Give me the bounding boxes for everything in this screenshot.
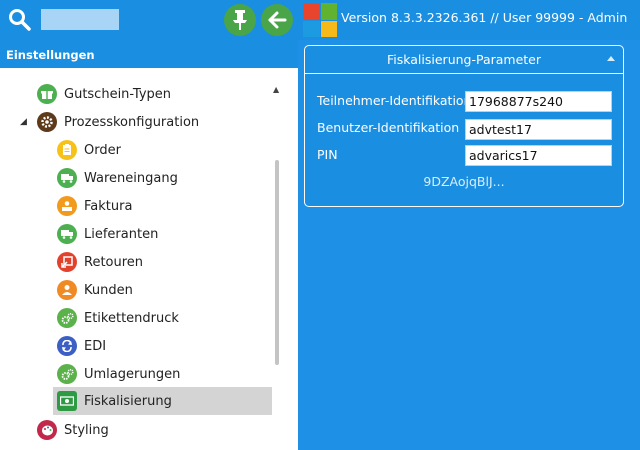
truck-icon xyxy=(57,168,77,188)
sidebar-item-etikettendruck[interactable]: Etikettendruck xyxy=(57,304,179,332)
sidebar-item-umlagerungen[interactable]: Umlagerungen xyxy=(57,360,180,388)
search-input[interactable] xyxy=(41,9,119,30)
sidebar-item-faktura[interactable]: Faktura xyxy=(57,192,132,220)
sidebar-item-label: Wareneingang xyxy=(84,170,178,186)
sidebar-item-edi[interactable]: EDI xyxy=(57,332,106,360)
pin-button[interactable] xyxy=(224,4,256,36)
teilnehmer-identifikation-input[interactable] xyxy=(465,91,612,112)
label-teilnehmer-identifikation: Teilnehmer-Identifikation xyxy=(317,93,472,108)
sidebar-item-label: Prozesskonfiguration xyxy=(64,114,200,130)
collapse-caret-icon[interactable]: ◢ xyxy=(20,117,27,127)
sidebar-item-retouren[interactable]: Retouren xyxy=(57,248,143,276)
sidebar-item-label: Kunden xyxy=(84,282,133,298)
person-icon xyxy=(57,280,77,300)
back-button[interactable] xyxy=(261,4,293,36)
palette-icon xyxy=(37,420,57,440)
sidebar-item-label: Retouren xyxy=(84,254,144,270)
certificate-link[interactable]: 9DZAojqBlJ... xyxy=(305,174,623,189)
sidebar-item-styling[interactable]: Styling xyxy=(37,416,109,444)
sidebar-item-label: Styling xyxy=(64,422,109,438)
sidebar-item-label: Order xyxy=(84,142,121,158)
sidebar-item-label: Gutschein-Typen xyxy=(64,86,172,102)
panel-header[interactable]: Fiskalisierung-Parameter xyxy=(305,46,623,74)
sidebar-item-label: Etikettendruck xyxy=(84,310,179,326)
sidebar-item-order[interactable]: Order xyxy=(57,136,121,164)
sidebar-item-label: Fiskalisierung xyxy=(84,393,172,409)
sidebar-item-lieferanten[interactable]: Lieferanten xyxy=(57,220,158,248)
truck-icon xyxy=(57,224,77,244)
top-bar: Version 8.3.3.2326.361 // User 99999 - A… xyxy=(0,0,640,40)
search-icon[interactable] xyxy=(8,8,32,32)
fiskalisierung-panel: Fiskalisierung-Parameter Teilnehmer-Iden… xyxy=(304,45,624,207)
sidebar-header: Einstellungen xyxy=(0,40,298,68)
sidebar-item-label: Lieferanten xyxy=(84,226,159,242)
sidebar-item-gutschein-typen[interactable]: Gutschein-Typen xyxy=(37,80,171,108)
sidebar-item-label: Umlagerungen xyxy=(84,366,181,382)
label-benutzer-identifikation: Benutzer-Identifikation xyxy=(317,120,460,135)
sidebar-item-wareneingang[interactable]: Wareneingang xyxy=(57,164,178,192)
sidebar-scrollbar[interactable] xyxy=(275,160,279,365)
arrow-left-icon xyxy=(268,11,287,29)
app-logo xyxy=(303,3,337,37)
pin-input[interactable] xyxy=(465,145,612,166)
scroll-up-icon[interactable]: ▲ xyxy=(273,85,279,94)
collapse-icon[interactable] xyxy=(607,56,615,61)
money-icon xyxy=(57,391,77,411)
clipboard-icon xyxy=(57,140,77,160)
gift-icon xyxy=(37,84,57,104)
label-pin: PIN xyxy=(317,147,338,162)
benutzer-identifikation-input[interactable] xyxy=(465,119,612,140)
sidebar-item-label: EDI xyxy=(84,338,107,354)
version-info: Version 8.3.3.2326.361 // User 99999 - A… xyxy=(341,10,628,25)
sidebar-item-kunden[interactable]: Kunden xyxy=(57,276,133,304)
invoice-icon xyxy=(57,196,77,216)
gears-icon xyxy=(57,308,77,328)
sidebar-item-label: Faktura xyxy=(84,198,133,214)
sidebar: ▲ Gutschein-Typen ◢ Prozesskonfiguration… xyxy=(0,68,298,450)
return-icon xyxy=(57,252,77,272)
pin-icon xyxy=(233,10,247,30)
gears-icon xyxy=(57,364,77,384)
panel-title: Fiskalisierung-Parameter xyxy=(386,52,542,67)
sidebar-item-fiskalisierung[interactable]: Fiskalisierung xyxy=(53,387,272,415)
gear-icon xyxy=(37,112,57,132)
sidebar-item-prozesskonfiguration[interactable]: Prozesskonfiguration xyxy=(37,108,199,136)
sync-icon xyxy=(57,336,77,356)
